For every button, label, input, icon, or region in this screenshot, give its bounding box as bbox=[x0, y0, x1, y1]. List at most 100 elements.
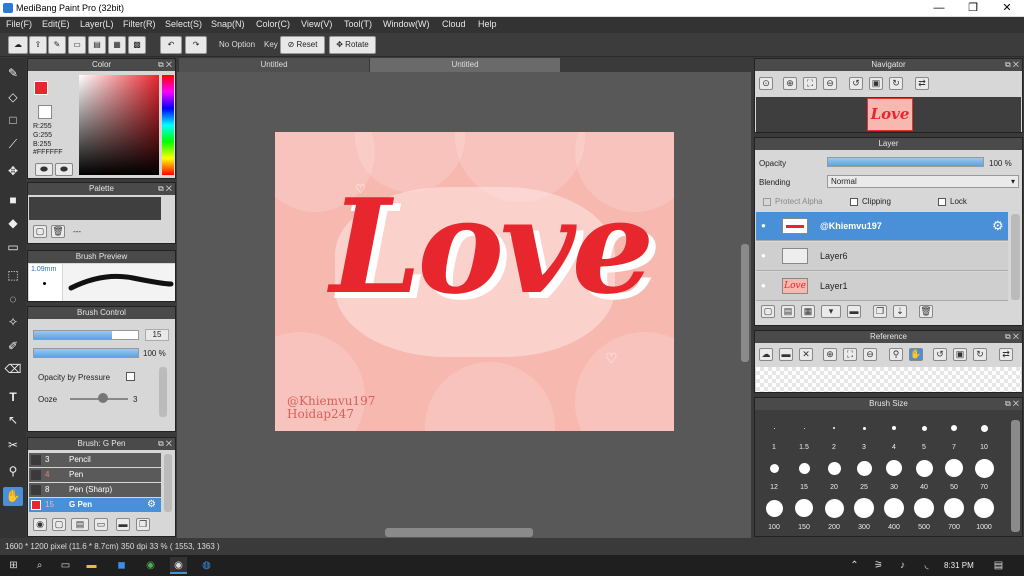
brush-size-option[interactable]: 25 bbox=[849, 456, 879, 492]
brush-size-option[interactable]: 100 bbox=[759, 496, 789, 532]
comment-icon[interactable]: ✎ bbox=[48, 36, 66, 54]
menu-window[interactable]: Window(W) bbox=[383, 19, 430, 29]
flip-icon[interactable]: ⇄ bbox=[915, 77, 929, 90]
brush-size-slider[interactable] bbox=[33, 330, 139, 340]
brush-size-value[interactable]: 15 bbox=[145, 329, 169, 341]
task-view-icon[interactable]: ▭ bbox=[57, 557, 74, 574]
foreground-color-swatch[interactable] bbox=[34, 81, 48, 95]
menu-select[interactable]: Select(S) bbox=[165, 19, 202, 29]
panel-controls-icon[interactable]: ⧉ ✕ bbox=[158, 183, 172, 195]
layer-row[interactable]: ● Love Layer1 bbox=[756, 272, 1008, 301]
reference-view[interactable] bbox=[756, 367, 1021, 392]
menu-file[interactable]: File(F) bbox=[6, 19, 32, 29]
zoom-out-icon[interactable]: ⊖ bbox=[823, 77, 837, 90]
clipping-checkbox[interactable] bbox=[850, 198, 858, 206]
brush-size-option[interactable]: 20 bbox=[819, 456, 849, 492]
hand-tool-icon[interactable]: ✋ bbox=[3, 487, 23, 506]
medibang-icon[interactable]: ◉ bbox=[170, 557, 187, 574]
brush-size-option[interactable]: 70 bbox=[969, 456, 999, 492]
menu-layer[interactable]: Layer(L) bbox=[80, 19, 114, 29]
lasso-tool-icon[interactable]: ◌ bbox=[3, 290, 23, 309]
tab-untitled-1[interactable]: Untitled bbox=[179, 58, 369, 72]
brush-item[interactable]: 3 Pencil bbox=[29, 453, 161, 467]
rotate-right-icon[interactable]: ↻ bbox=[889, 77, 903, 90]
copy-brush-icon[interactable]: ▭ bbox=[94, 518, 108, 531]
eyedropper-tool-icon[interactable]: ⚲ bbox=[3, 462, 23, 481]
ref-rotate-left-icon[interactable]: ↺ bbox=[933, 348, 947, 361]
palette-swatches[interactable] bbox=[29, 197, 161, 220]
new-palette-icon[interactable]: ▢ bbox=[33, 225, 47, 238]
brush-size-option[interactable]: 300 bbox=[849, 496, 879, 532]
select-eraser-tool-icon[interactable]: ⌫ bbox=[3, 360, 23, 379]
menu-view[interactable]: View(V) bbox=[301, 19, 332, 29]
panel-controls-icon[interactable]: ⧉ ✕ bbox=[1005, 398, 1019, 410]
chrome-icon[interactable]: ◉ bbox=[142, 557, 159, 574]
cloud-icon[interactable]: ☁ bbox=[8, 36, 28, 54]
zoom-reset-icon[interactable]: ⊙ bbox=[759, 77, 773, 90]
color-add-icon[interactable]: ⬬ bbox=[35, 163, 53, 176]
protect-alpha-checkbox[interactable] bbox=[763, 198, 771, 206]
brush-size-option[interactable]: 4 bbox=[879, 416, 909, 452]
operation-tool-icon[interactable]: ↖ bbox=[3, 411, 23, 430]
brush-size-option[interactable]: 1000 bbox=[969, 496, 999, 532]
brush-size-option[interactable]: 500 bbox=[909, 496, 939, 532]
artboard[interactable]: Love Love ♡ ♡ @Khiemvu197 Hoidap247 bbox=[275, 132, 674, 431]
fit-icon[interactable]: ⛶ bbox=[803, 77, 817, 90]
brush-size-option[interactable]: 1.5 bbox=[789, 416, 819, 452]
wifi-icon[interactable]: ◟ bbox=[918, 557, 935, 574]
duplicate-icon[interactable]: ❐ bbox=[136, 518, 150, 531]
brush-size-scrollbar[interactable] bbox=[1011, 420, 1020, 532]
undo-icon[interactable]: ↶ bbox=[160, 36, 182, 54]
brush-size-option[interactable]: 1 bbox=[759, 416, 789, 452]
panel-controls-icon[interactable]: ⧉ ✕ bbox=[1005, 59, 1019, 71]
brush-tool-icon[interactable]: ✎ bbox=[3, 64, 23, 83]
panel-controls-icon[interactable]: ⧉ ✕ bbox=[1005, 331, 1019, 343]
file-explorer-icon[interactable]: ▬ bbox=[83, 557, 100, 574]
brush-size-option[interactable]: 400 bbox=[879, 496, 909, 532]
search-icon[interactable]: ⌕ bbox=[31, 557, 48, 574]
brush-item[interactable]: 8 Pen (Sharp) bbox=[29, 483, 161, 497]
saturation-value-picker[interactable] bbox=[79, 75, 159, 175]
layer-scrollbar[interactable] bbox=[1011, 214, 1020, 300]
rectangle-tool-icon[interactable]: □ bbox=[3, 111, 23, 130]
new-brush-icon[interactable]: ▢ bbox=[52, 518, 66, 531]
menu-snap[interactable]: Snap(N) bbox=[211, 19, 245, 29]
canvas-vertical-scrollbar[interactable] bbox=[741, 244, 749, 362]
volume-icon[interactable]: ♪ bbox=[894, 557, 911, 574]
fit-window-icon[interactable]: ▣ bbox=[869, 77, 883, 90]
brush-list-scrollbar[interactable] bbox=[164, 454, 172, 512]
ref-hand-icon[interactable]: ✋ bbox=[909, 348, 923, 361]
divide-tool-icon[interactable]: ✂ bbox=[3, 436, 23, 455]
brush-size-option[interactable]: 15 bbox=[789, 456, 819, 492]
brush-size-option[interactable]: 700 bbox=[939, 496, 969, 532]
add-layer-menu-icon[interactable]: ▾ bbox=[821, 305, 841, 318]
reset-button[interactable]: ⊘ Reset bbox=[280, 36, 325, 54]
brush-size-option[interactable]: 3 bbox=[849, 416, 879, 452]
ref-open-icon[interactable]: ▬ bbox=[779, 348, 793, 361]
messenger-icon[interactable]: ◍ bbox=[198, 557, 215, 574]
gear-icon[interactable]: ⚙ bbox=[992, 218, 1004, 234]
delete-layer-icon[interactable]: 🗑 bbox=[919, 305, 933, 318]
visibility-icon[interactable]: ● bbox=[761, 251, 766, 260]
blending-select[interactable]: Normal ▾ bbox=[827, 175, 1019, 188]
close-button[interactable]: ✕ bbox=[990, 0, 1024, 17]
color-picker-icon[interactable]: ⬬ bbox=[55, 163, 73, 176]
minimize-button[interactable]: — bbox=[922, 0, 956, 17]
ref-eyedropper-icon[interactable]: ⚲ bbox=[889, 348, 903, 361]
layer-opacity-slider[interactable] bbox=[827, 157, 984, 167]
delete-palette-icon[interactable]: 🗑 bbox=[51, 225, 65, 238]
new-layer-icon[interactable]: ▢ bbox=[761, 305, 775, 318]
ref-rotate-right-icon[interactable]: ↻ bbox=[973, 348, 987, 361]
magic-wand-tool-icon[interactable]: ✧ bbox=[3, 313, 23, 332]
redo-icon[interactable]: ↷ bbox=[185, 36, 207, 54]
menu-help[interactable]: Help bbox=[478, 19, 497, 29]
tiles-icon[interactable]: ▩ bbox=[128, 36, 146, 54]
gear-icon[interactable]: ⚙ bbox=[147, 499, 156, 510]
menu-filter[interactable]: Filter(R) bbox=[123, 19, 156, 29]
notification-icon[interactable]: ▤ bbox=[990, 557, 1007, 574]
ref-close-icon[interactable]: ✕ bbox=[799, 348, 813, 361]
share-icon[interactable]: ⇪ bbox=[29, 36, 47, 54]
lock-checkbox[interactable] bbox=[938, 198, 946, 206]
ref-fit-window-icon[interactable]: ▣ bbox=[953, 348, 967, 361]
maximize-button[interactable]: ❐ bbox=[956, 0, 990, 17]
